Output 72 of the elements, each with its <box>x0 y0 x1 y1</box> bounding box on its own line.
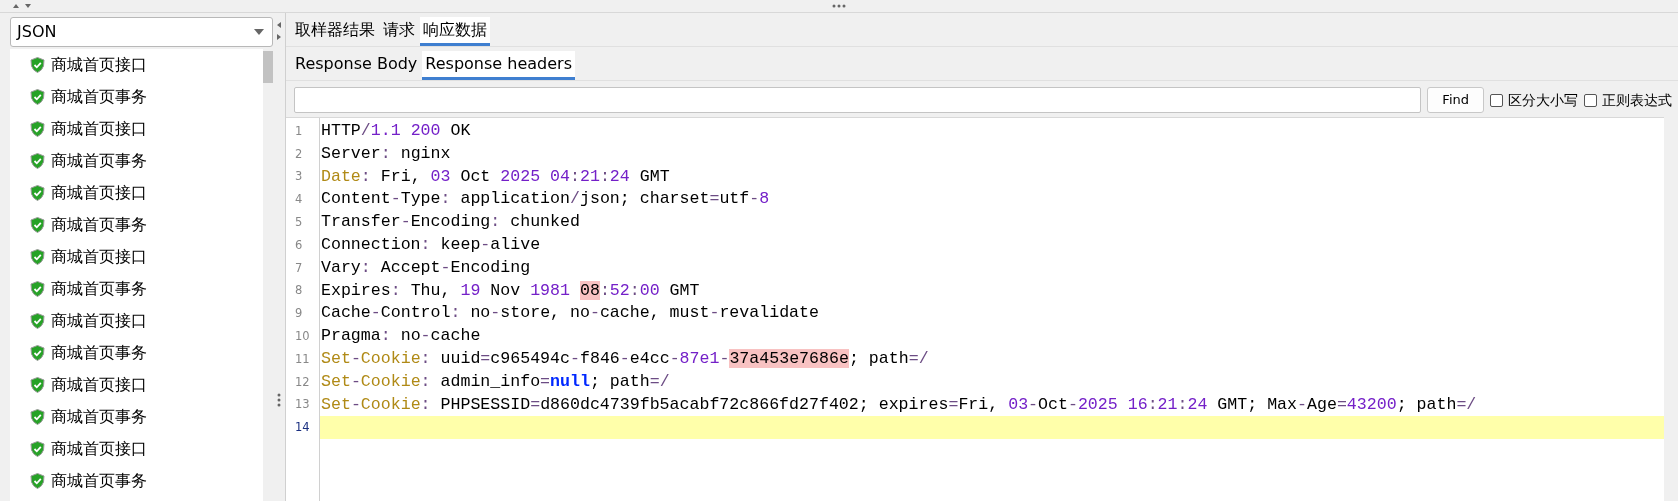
shield-check-icon <box>30 281 45 297</box>
find-button[interactable]: Find <box>1427 87 1484 113</box>
shield-check-icon <box>30 153 45 169</box>
line-number: 2 <box>295 145 303 163</box>
sample-label: 商城首页接口 <box>51 182 147 204</box>
code-line: Vary: Accept-Encoding <box>321 256 531 279</box>
tab[interactable]: 响应数据 <box>420 17 490 46</box>
collapse-arrows-icon[interactable] <box>275 21 283 43</box>
sample-label: 商城首页接口 <box>51 374 147 396</box>
collapse-arrows-icon[interactable] <box>12 2 34 10</box>
shield-check-icon <box>30 57 45 73</box>
line-number: 12 <box>295 373 310 391</box>
line-number: 9 <box>295 305 303 323</box>
tab[interactable]: 请求 <box>380 17 418 46</box>
sample-label: 商城首页接口 <box>51 438 147 460</box>
checkbox[interactable] <box>1584 93 1597 107</box>
sample-label: 商城首页事务 <box>51 470 147 492</box>
shield-check-icon <box>30 313 45 329</box>
code-line: Pragma: no-cache <box>321 325 481 348</box>
shield-check-icon <box>30 345 45 361</box>
line-number: 1 <box>295 122 303 140</box>
drag-handle-icon[interactable] <box>277 393 281 407</box>
line-number: 11 <box>295 350 310 368</box>
line-number: 8 <box>295 282 303 300</box>
shield-check-icon <box>30 217 45 233</box>
code-line: Expires: Thu, 19 Nov 1981 08:52:00 GMT <box>321 279 700 302</box>
shield-check-icon <box>30 441 45 457</box>
tab[interactable]: Response Body <box>292 51 421 80</box>
code-line: Cache-Control: no-store, no-cache, must-revalidate <box>321 302 819 325</box>
line-number: 3 <box>295 168 303 186</box>
shield-check-icon <box>30 473 45 489</box>
line-number: 4 <box>295 191 303 209</box>
line-number: 5 <box>295 213 303 231</box>
sample-label: 商城首页事务 <box>51 342 147 364</box>
search-field[interactable] <box>294 87 1422 113</box>
shield-check-icon <box>30 249 45 265</box>
shield-check-icon <box>30 185 45 201</box>
line-number: 13 <box>295 396 310 414</box>
sample-label: 商城首页事务 <box>51 150 147 172</box>
checkbox-label: 正则表达式 <box>1602 90 1672 110</box>
tab[interactable]: Response headers <box>422 51 575 80</box>
code-line: Date: Fri, 03 Oct 2025 04:21:24 GMT <box>321 165 670 188</box>
line-number: 7 <box>295 259 303 277</box>
sample-label: 商城首页接口 <box>51 246 147 268</box>
code-line: Server: nginx <box>321 142 451 165</box>
sample-label: 商城首页接口 <box>51 118 147 140</box>
sample-label: 商城首页接口 <box>51 54 147 76</box>
tab[interactable]: 取样器结果 <box>292 17 378 46</box>
shield-check-icon <box>30 89 45 105</box>
caret-icon <box>254 29 264 35</box>
code-line: HTTP/1.1 200 OK <box>321 119 471 142</box>
code-line: Transfer-Encoding: chunked <box>321 211 580 234</box>
sample-label: 商城首页事务 <box>51 278 147 300</box>
checkbox[interactable] <box>1490 93 1503 107</box>
sample-label: 商城首页事务 <box>51 406 147 428</box>
code-line: Content-Type: application/json; charset=utf-8 <box>321 188 770 211</box>
line-number: 6 <box>295 236 303 254</box>
code-line: Set-Cookie: PHPSESSID=d860dc4739fb5acabf72c866fd27f402; expires=Fri, 03-Oct-2025 16:21:24 GMT; Max-Age=43200; path=/ <box>321 393 1477 416</box>
sample-label: 商城首页事务 <box>51 86 147 108</box>
shield-check-icon <box>30 409 45 425</box>
line-number: 14 <box>295 419 310 437</box>
code-line: Set-Cookie: uuid=c965494c-f846-e4cc-87e1-37a453e7686e; path=/ <box>321 347 929 370</box>
drag-handle-icon[interactable] <box>832 4 846 8</box>
sample-label: 商城首页事务 <box>51 214 147 236</box>
shield-check-icon <box>30 121 45 137</box>
checkbox-label: 区分大小写 <box>1508 90 1578 110</box>
sample-label: 商城首页接口 <box>51 310 147 332</box>
code-line: Connection: keep-alive <box>321 233 541 256</box>
sampler-filter-dropdown[interactable]: JSON <box>10 17 273 47</box>
shield-check-icon <box>30 377 45 393</box>
code-line: Set-Cookie: admin_info=null; path=/ <box>321 370 670 393</box>
line-number: 10 <box>295 327 310 345</box>
